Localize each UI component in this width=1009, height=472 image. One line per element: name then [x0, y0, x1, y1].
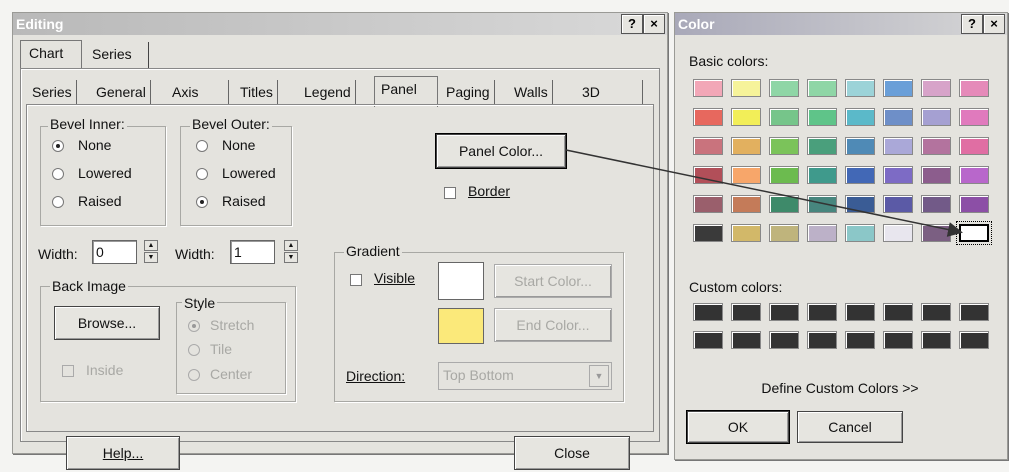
annotation-arrow	[565, 149, 963, 237]
arrow-line	[565, 149, 963, 237]
